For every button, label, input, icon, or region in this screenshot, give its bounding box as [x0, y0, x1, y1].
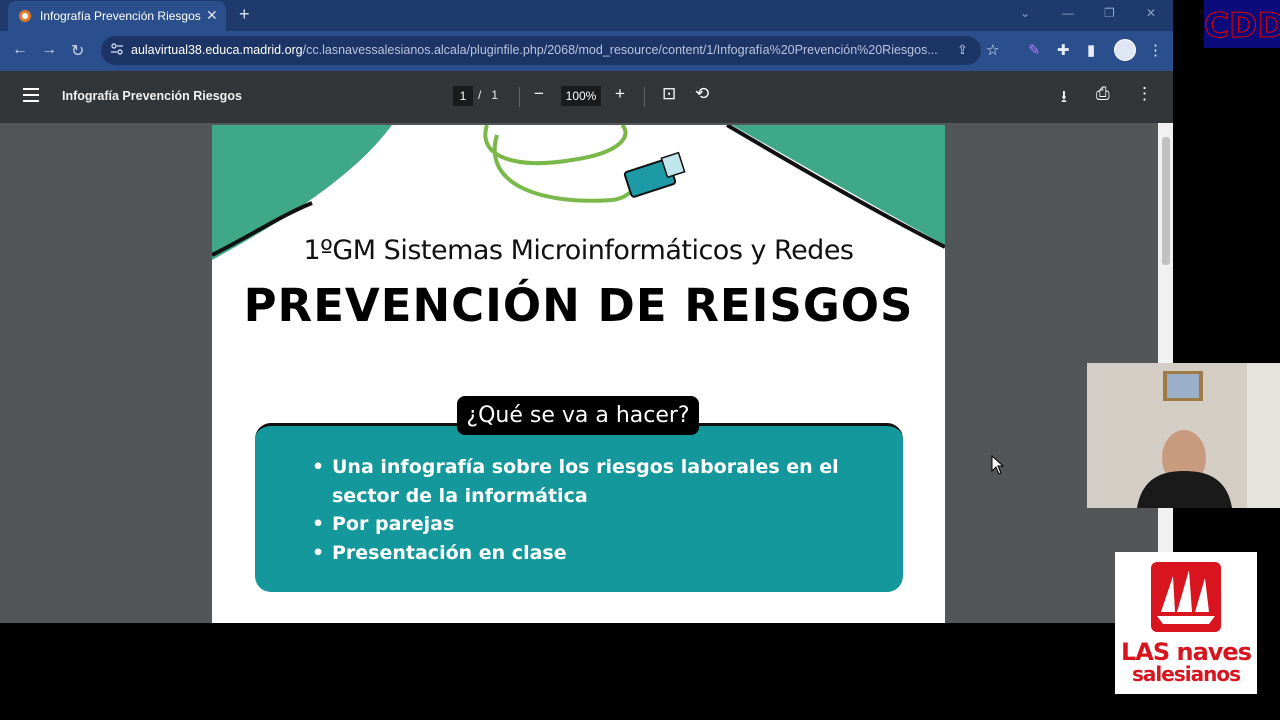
pdf-viewer[interactable]: 1ºGM Sistemas Microinformáticos y Redes … — [0, 123, 1173, 623]
profile-avatar[interactable] — [1114, 39, 1136, 61]
zoom-out-icon[interactable]: − — [534, 84, 544, 104]
webcam-overlay — [1087, 363, 1280, 508]
tab-strip: Infografía Prevención Riesgos ✕ + ⌄ — ❐ … — [0, 0, 1173, 31]
share-icon[interactable]: ⇪ — [957, 42, 968, 58]
reload-icon[interactable]: ↻ — [71, 41, 84, 61]
extensions-puzzle-icon[interactable]: ✚ — [1057, 41, 1070, 59]
mouse-cursor-icon — [991, 455, 1005, 475]
task-list: Una infografía sobre los riesgos laboral… — [312, 453, 872, 568]
tab-active[interactable]: Infografía Prevención Riesgos ✕ — [8, 1, 226, 31]
chevron-down-icon[interactable]: ⌄ — [1020, 6, 1030, 20]
page-total-value: 1 — [491, 88, 499, 102]
scrollbar-thumb[interactable] — [1162, 137, 1170, 265]
toolbar-divider — [644, 87, 645, 107]
url-host: aulavirtual38.educa.madrid.org — [131, 43, 303, 57]
zoom-in-icon[interactable]: + — [615, 84, 625, 104]
browser-menu-icon[interactable]: ⋮ — [1148, 41, 1163, 59]
sailboats-logo-icon — [1151, 562, 1221, 632]
document-subtitle: 1ºGM Sistemas Microinformáticos y Redes — [303, 235, 854, 266]
url-text[interactable]: aulavirtual38.educa.madrid.org/cc.lasnav… — [131, 43, 949, 57]
address-bar[interactable]: aulavirtual38.educa.madrid.org/cc.lasnav… — [101, 36, 981, 65]
logo-text-line2: salesianos — [1132, 662, 1241, 686]
document-title: PREVENCIÓN DE REISGOS — [243, 279, 914, 332]
task-box-label: ¿Qué se va a hacer? — [457, 396, 699, 435]
task-list-item: Presentación en clase — [312, 539, 872, 568]
task-list-item: Por parejas — [312, 510, 872, 539]
site-info-icon[interactable] — [110, 42, 124, 56]
back-icon[interactable]: ← — [12, 41, 28, 59]
url-path: /cc.lasnavessalesianos.alcala/pluginfile… — [302, 43, 938, 57]
print-icon[interactable]: ⎙ — [1096, 84, 1110, 104]
moodle-favicon-icon — [19, 10, 31, 22]
pdf-toolbar: Infografía Prevención Riesgos 1 / 1 − 10… — [0, 71, 1173, 123]
pdf-document-title: Infografía Prevención Riesgos — [62, 89, 242, 103]
address-toolbar: ← → ↻ aulavirtual38.educa.madrid.org/cc.… — [0, 31, 1173, 71]
browser-window: Infografía Prevención Riesgos ✕ + ⌄ — ❐ … — [0, 0, 1173, 623]
cdd-badge: CDD — [1204, 0, 1280, 48]
las-naves-logo: LAS naves salesianos — [1115, 552, 1257, 694]
more-options-icon[interactable]: ⋮ — [1136, 84, 1153, 104]
tab-title: Infografía Prevención Riesgos — [40, 9, 201, 23]
pdf-page: 1ºGM Sistemas Microinformáticos y Redes … — [212, 125, 945, 623]
page-total: / 1 — [478, 88, 498, 102]
page-number-input[interactable]: 1 — [453, 86, 473, 106]
presenter-video — [1087, 363, 1280, 508]
side-panel-icon[interactable]: ▮ — [1087, 41, 1095, 59]
forward-icon[interactable]: → — [41, 41, 57, 59]
task-list-item: Una infografía sobre los riesgos laboral… — [312, 453, 872, 510]
restore-icon[interactable]: ❐ — [1104, 6, 1115, 20]
zoom-input[interactable]: 100% — [561, 86, 601, 106]
sidebar-menu-icon[interactable] — [23, 88, 39, 106]
bookmark-star-icon[interactable]: ☆ — [986, 41, 999, 59]
new-tab-icon[interactable]: + — [239, 4, 250, 25]
tab-close-icon[interactable]: ✕ — [206, 7, 218, 24]
close-window-icon[interactable]: ✕ — [1146, 6, 1156, 20]
rotate-icon[interactable]: ⟲ — [695, 84, 709, 104]
toolbar-divider — [519, 87, 520, 107]
minimize-icon[interactable]: — — [1062, 6, 1074, 20]
page-separator: / — [478, 88, 482, 102]
download-icon[interactable]: ⭳ — [1061, 84, 1067, 113]
pen-extension-icon[interactable]: ✎ — [1028, 41, 1041, 59]
fit-page-icon[interactable]: ⊡ — [662, 84, 676, 104]
